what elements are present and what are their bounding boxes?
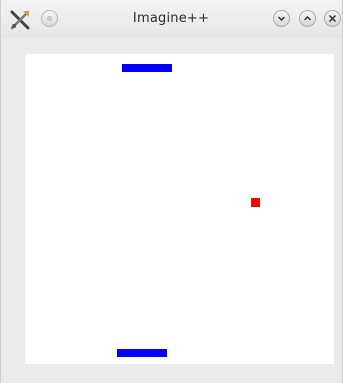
maximize-icon xyxy=(303,15,312,21)
minimize-button[interactable] xyxy=(273,10,290,27)
game-canvas[interactable] xyxy=(25,54,334,364)
ball xyxy=(251,198,260,207)
imagine-tools-icon[interactable] xyxy=(9,9,31,31)
minimize-icon xyxy=(277,16,286,22)
bottom-paddle xyxy=(117,349,167,357)
app-window: Imagine++ xyxy=(0,0,343,383)
maximize-button[interactable] xyxy=(299,10,316,27)
top-paddle xyxy=(122,64,172,72)
close-icon xyxy=(328,14,337,23)
close-button[interactable] xyxy=(324,10,341,27)
window-title: Imagine++ xyxy=(132,11,210,26)
title-bar[interactable]: Imagine++ xyxy=(1,0,342,38)
sticky-button[interactable] xyxy=(41,10,58,27)
